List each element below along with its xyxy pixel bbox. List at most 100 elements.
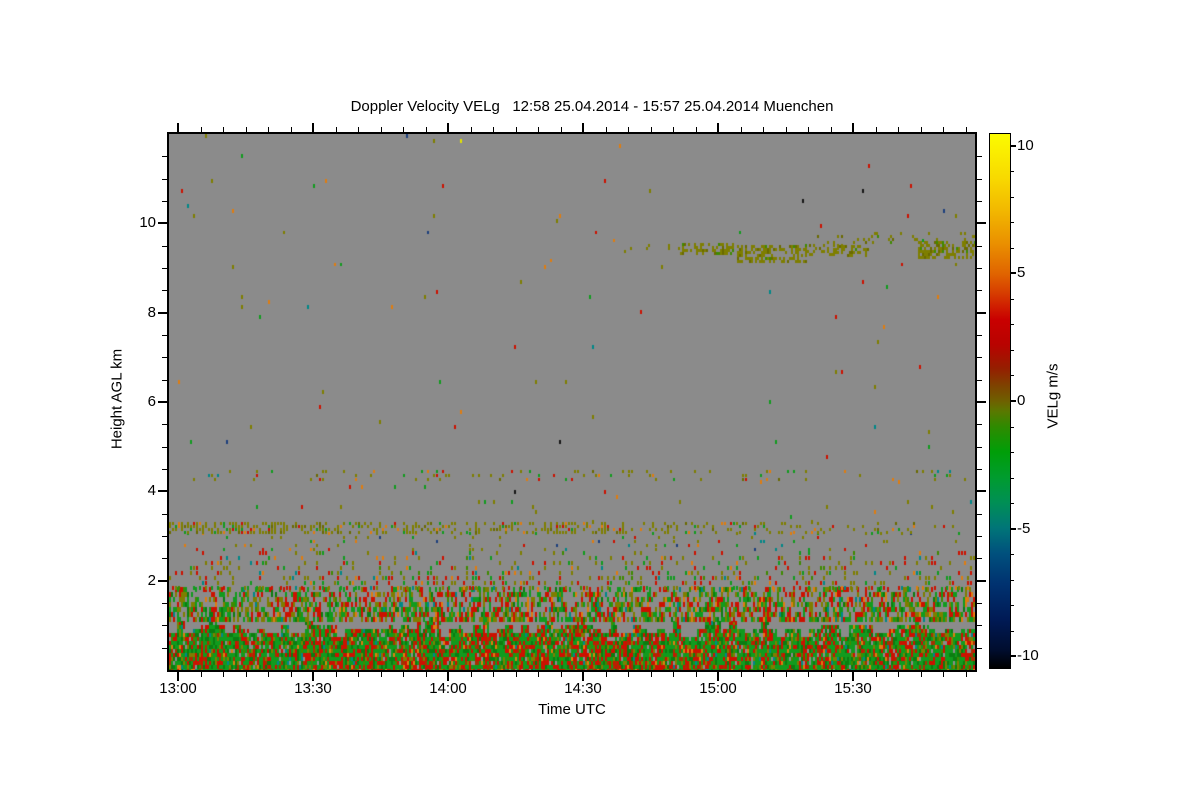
axis-tick <box>808 127 809 132</box>
colorbar-tick-label: 5 <box>1017 264 1026 281</box>
axis-tick <box>177 123 179 132</box>
axis-tick <box>673 127 674 132</box>
axis-tick <box>268 672 269 677</box>
axis-tick <box>1011 145 1016 147</box>
axis-tick <box>561 127 562 132</box>
axis-tick <box>977 201 982 202</box>
axis-tick <box>381 672 382 677</box>
axis-tick <box>516 127 517 132</box>
axis-tick <box>162 380 167 381</box>
axis-tick <box>291 672 292 677</box>
axis-tick <box>403 127 404 132</box>
axis-tick <box>786 672 787 677</box>
axis-tick <box>223 127 224 132</box>
axis-tick <box>1011 400 1016 402</box>
axis-tick <box>977 290 982 291</box>
axis-tick <box>696 672 697 677</box>
colorbar-tick-label: -10 <box>1017 647 1039 664</box>
axis-tick <box>1011 350 1014 351</box>
axis-tick <box>538 127 539 132</box>
axis-tick <box>898 672 899 677</box>
axis-tick <box>977 625 982 626</box>
axis-tick <box>162 335 167 336</box>
colorbar-tick-label: 10 <box>1017 137 1034 154</box>
axis-tick <box>898 127 899 132</box>
axis-tick <box>977 648 982 649</box>
x-tick-label: 14:30 <box>564 680 602 697</box>
axis-tick <box>977 603 982 604</box>
axis-tick <box>977 536 982 537</box>
axis-tick <box>606 672 607 677</box>
x-tick-label: 14:00 <box>429 680 467 697</box>
axis-tick <box>977 312 986 314</box>
axis-tick <box>162 201 167 202</box>
plot-area <box>169 134 975 670</box>
colorbar-tick-label: -5 <box>1017 520 1031 537</box>
axis-tick <box>223 672 224 677</box>
axis-tick <box>943 672 944 677</box>
axis-tick <box>977 447 982 448</box>
axis-tick <box>741 672 742 677</box>
axis-tick <box>162 558 167 559</box>
axis-tick <box>447 123 449 132</box>
axis-tick <box>336 127 337 132</box>
axis-tick <box>651 672 652 677</box>
axis-tick <box>158 580 167 582</box>
axis-tick <box>1011 580 1014 581</box>
axis-tick <box>162 648 167 649</box>
axis-tick <box>966 672 967 677</box>
axis-tick <box>1011 171 1014 172</box>
axis-tick <box>696 127 697 132</box>
axis-tick <box>312 123 314 132</box>
axis-tick <box>1011 554 1014 555</box>
axis-tick <box>977 357 982 358</box>
y-tick-label: 8 <box>147 304 156 321</box>
axis-tick <box>158 401 167 403</box>
colorbar-label: VELg m/s <box>1044 363 1062 429</box>
axis-tick <box>162 625 167 626</box>
axis-tick <box>516 672 517 677</box>
axis-tick <box>381 127 382 132</box>
y-tick-label: 10 <box>139 214 156 231</box>
axis-tick <box>977 424 982 425</box>
axis-tick <box>977 268 982 269</box>
axis-tick <box>977 558 982 559</box>
axis-tick <box>561 672 562 677</box>
axis-tick <box>162 179 167 180</box>
axis-tick <box>162 357 167 358</box>
axis-tick <box>741 127 742 132</box>
axis-tick <box>201 127 202 132</box>
axis-tick <box>1011 605 1014 606</box>
axis-tick <box>1011 222 1014 223</box>
axis-tick <box>852 123 854 132</box>
axis-tick <box>162 268 167 269</box>
axis-tick <box>876 127 877 132</box>
axis-tick <box>268 127 269 132</box>
axis-tick <box>201 672 202 677</box>
axis-tick <box>977 580 986 582</box>
axis-tick <box>1011 452 1014 453</box>
axis-tick <box>628 127 629 132</box>
y-tick-label: 4 <box>147 482 156 499</box>
axis-tick <box>977 490 986 492</box>
axis-tick <box>1011 375 1014 376</box>
x-tick-label: 13:30 <box>294 680 332 697</box>
axis-tick <box>977 401 986 403</box>
axis-tick <box>977 380 982 381</box>
axis-tick <box>977 246 982 247</box>
axis-tick <box>246 127 247 132</box>
axis-tick <box>291 127 292 132</box>
axis-tick <box>538 672 539 677</box>
axis-tick <box>246 672 247 677</box>
x-tick-label: 15:00 <box>699 680 737 697</box>
axis-tick <box>162 469 167 470</box>
axis-tick <box>158 222 167 224</box>
axis-tick <box>1011 631 1014 632</box>
axis-tick <box>162 603 167 604</box>
axis-tick <box>921 127 922 132</box>
axis-tick <box>977 156 982 157</box>
axis-tick <box>158 490 167 492</box>
colorbar-tick-label: 0 <box>1017 392 1026 409</box>
axis-tick <box>158 312 167 314</box>
axis-tick <box>831 672 832 677</box>
